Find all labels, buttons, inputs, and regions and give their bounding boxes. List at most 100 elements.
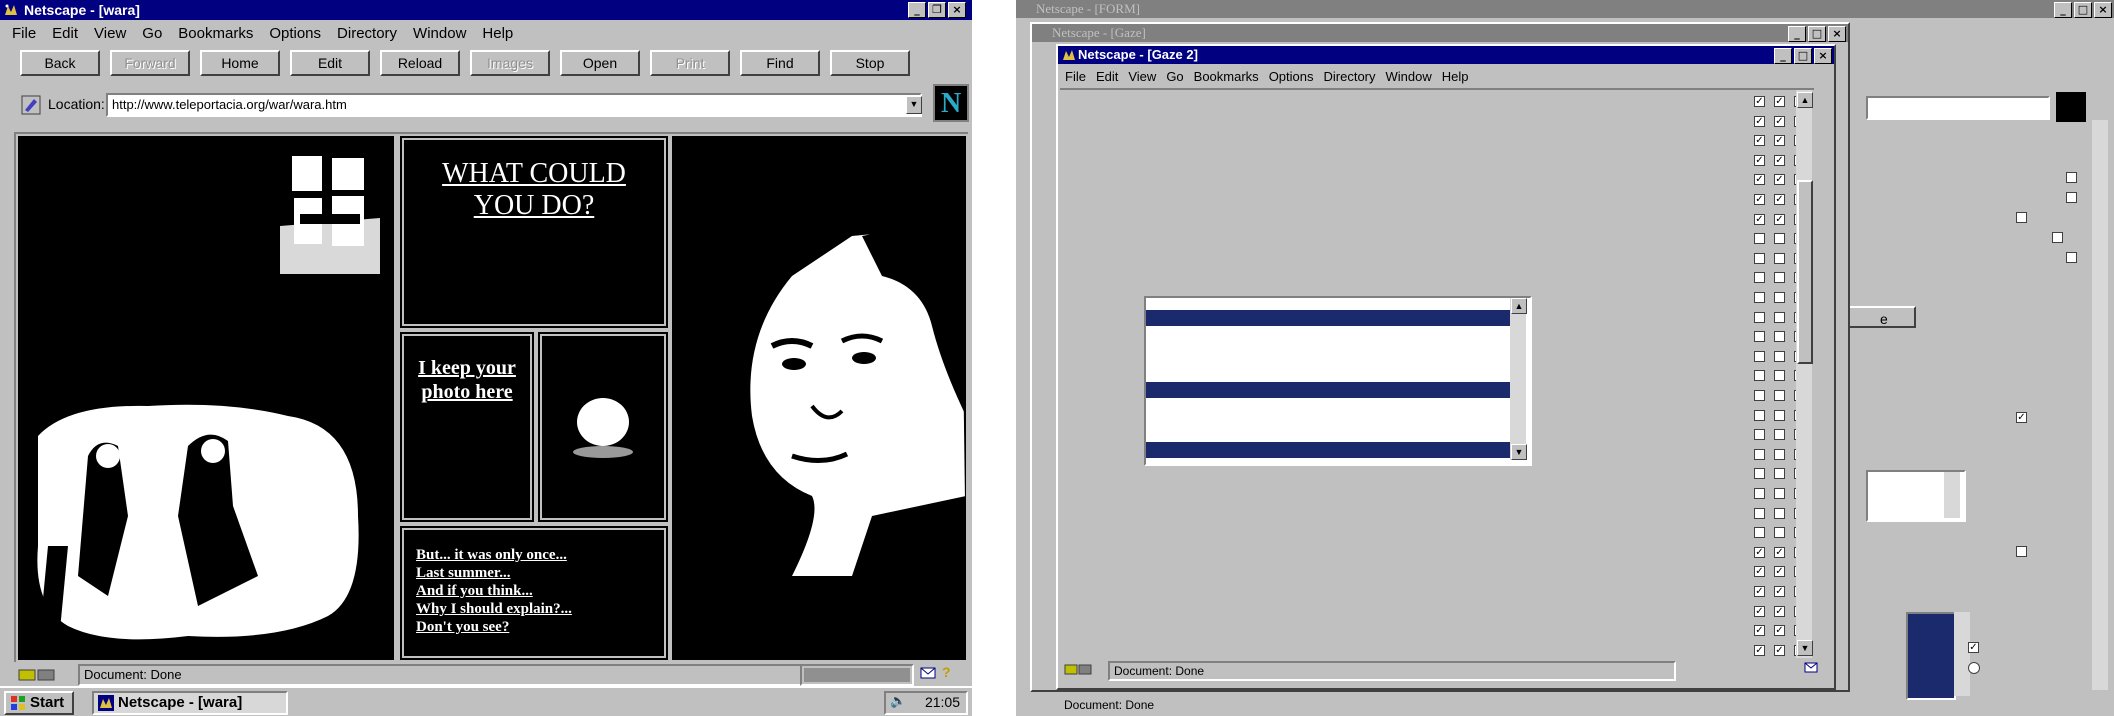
form-page-scrollbar[interactable] [2092,120,2108,690]
gaze-checkbox[interactable]: ✓ [1754,194,1765,205]
mail-icon[interactable] [920,666,936,680]
gaze-checkbox[interactable] [1774,448,1785,460]
form-checkbox[interactable]: ✓ [2016,412,2027,423]
gaze-checkbox[interactable]: ✓ [1774,174,1785,186]
form-checkbox[interactable] [2066,192,2077,203]
close-icon[interactable]: × [948,2,966,18]
gaze-checkbox[interactable] [1754,468,1765,480]
gaze-checkbox[interactable]: ✓ [1774,115,1785,127]
gaze-checkbox[interactable] [1774,527,1785,539]
mail-icon[interactable] [1804,662,1818,674]
link-if-you-think[interactable]: And if you think... [416,582,572,600]
menu-directory[interactable]: Directory [337,25,397,42]
form-maximize-icon[interactable]: □ [2074,2,2092,18]
gaze2-menu-bookmarks[interactable]: Bookmarks [1194,69,1259,84]
gaze-checkbox[interactable]: ✓ [1754,115,1765,127]
gaze-checkbox[interactable] [1754,252,1765,264]
form-list-scrollbar[interactable] [1954,612,1970,696]
textarea-scroll-up-icon[interactable]: ▲ [1511,298,1527,314]
menu-options[interactable]: Options [269,25,321,42]
speaker-icon[interactable]: 🔈 [890,693,906,709]
gaze-checkbox[interactable] [1754,292,1765,303]
gaze-checkbox[interactable]: ✓ [1774,625,1785,637]
menu-edit[interactable]: Edit [52,25,78,42]
gaze-checkbox[interactable]: ✓ [1774,135,1785,147]
gaze-checkbox[interactable]: ✓ [1754,546,1765,558]
gaze-checkbox[interactable]: ✓ [1754,154,1765,166]
menu-help[interactable]: Help [482,25,513,42]
gaze-checkbox[interactable] [1754,370,1765,382]
menu-file[interactable]: File [12,25,36,42]
gaze-checkbox[interactable] [1774,429,1785,441]
form-checkbox[interactable] [2016,546,2027,557]
gaze-checkbox[interactable] [1754,488,1765,499]
gaze2-scroll-up-icon[interactable]: ▲ [1797,92,1813,108]
gaze-checkbox[interactable]: ✓ [1774,566,1785,578]
gaze2-menu-directory[interactable]: Directory [1324,69,1376,84]
home-button[interactable]: Home [200,50,280,76]
gaze-checkbox[interactable]: ✓ [1754,135,1765,147]
gaze-checkbox[interactable] [1754,272,1765,284]
link-dont-you-see[interactable]: Don't you see? [416,618,572,636]
form-minimize-icon[interactable]: _ [2054,2,2072,18]
gaze-checkbox[interactable] [1774,370,1785,382]
gaze-checkbox[interactable] [1754,527,1765,539]
task-netscape-wara[interactable]: Netscape - [wara] [92,691,288,715]
gaze-checkbox[interactable] [1754,233,1765,245]
gaze-checkbox[interactable] [1774,272,1785,284]
restore-icon[interactable]: ❐ [928,2,946,18]
forward-button[interactable]: Forward [110,50,190,76]
gaze2-menu-file[interactable]: File [1065,69,1086,84]
link-why-explain[interactable]: Why I should explain?... [416,600,572,618]
help-icon[interactable]: ? [942,664,951,680]
gaze-checkbox[interactable] [1774,488,1785,499]
gaze-checkbox[interactable] [1754,409,1765,421]
gaze-checkbox[interactable]: ✓ [1754,625,1765,637]
form-location-input[interactable] [1866,96,2050,120]
gaze-checkbox[interactable] [1754,507,1765,519]
gaze-checkbox[interactable]: ✓ [1754,566,1765,578]
striped-textarea[interactable]: ▲ ▼ [1144,296,1532,466]
start-button[interactable]: Start [4,691,74,715]
gaze2-menu-go[interactable]: Go [1166,69,1183,84]
form-checkbox[interactable] [2066,252,2077,263]
gaze2-page-scrollbar[interactable] [1796,90,1812,658]
back-button[interactable]: Back [20,50,100,76]
gaze2-minimize-icon[interactable]: _ [1774,48,1792,64]
gaze-checkbox[interactable] [1754,331,1765,343]
gaze2-menu-options[interactable]: Options [1269,69,1314,84]
location-dropdown-icon[interactable]: ▼ [906,96,922,114]
form-textarea-scrollbar[interactable] [1944,472,1960,518]
menu-bookmarks[interactable]: Bookmarks [178,25,253,42]
gaze-checkbox[interactable] [1754,448,1765,460]
gaze-checkbox[interactable] [1774,252,1785,264]
gaze-checkbox[interactable] [1774,507,1785,519]
reload-button[interactable]: Reload [380,50,460,76]
form-checkbox[interactable] [2016,212,2027,223]
minimize-icon[interactable]: _ [908,2,926,18]
gaze-checkbox[interactable] [1774,409,1785,421]
gaze-checkbox[interactable]: ✓ [1754,213,1765,225]
gaze-maximize-icon[interactable]: □ [1808,26,1826,42]
gaze-checkbox[interactable] [1774,331,1785,343]
gaze-checkbox[interactable]: ✓ [1774,96,1785,107]
location-input[interactable]: http://www.teleportacia.org/war/wara.htm [106,93,922,117]
gaze-checkbox[interactable]: ✓ [1774,644,1785,656]
form-close-icon[interactable]: × [2094,2,2112,18]
bookmark-icon[interactable] [20,94,42,116]
netscape-logo[interactable]: N [933,84,969,122]
gaze-checkbox[interactable] [1774,233,1785,245]
edit-button[interactable]: Edit [290,50,370,76]
images-button[interactable]: Images [470,50,550,76]
gaze-checkbox[interactable]: ✓ [1754,174,1765,186]
menu-window[interactable]: Window [413,25,466,42]
gaze2-menu-window[interactable]: Window [1386,69,1432,84]
gaze-checkbox[interactable] [1774,350,1785,362]
gaze2-scroll-down-icon[interactable]: ▼ [1797,640,1813,656]
gaze-checkbox[interactable] [1754,350,1765,362]
gaze-checkbox[interactable] [1774,292,1785,303]
find-button[interactable]: Find [740,50,820,76]
menu-view[interactable]: View [94,25,126,42]
form-list[interactable] [1906,612,1956,700]
photo-link[interactable]: I keep your photo here [414,356,520,404]
